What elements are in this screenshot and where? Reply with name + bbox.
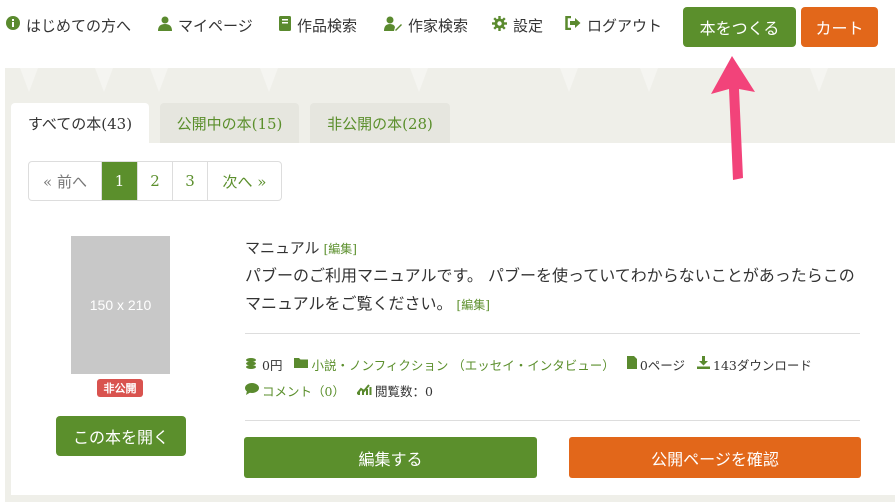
pagination-next[interactable]: 次へ » — [208, 162, 281, 200]
downloads-meta: 143ダウンロード — [697, 355, 812, 374]
decorative-peak — [410, 68, 428, 92]
divider — [245, 333, 860, 334]
book-meta-row: 0円 小説・ノンフィクション （エッセイ・インタビュー） 0ページ 143ダウン… — [245, 353, 824, 375]
make-book-button[interactable]: 本をつくる — [683, 7, 796, 47]
gear-icon — [492, 15, 507, 35]
book-stats-row: コメント（0） 閲覧数：0 — [245, 379, 445, 401]
tab-public-books[interactable]: 公開中の本(15) — [160, 103, 299, 143]
decorative-peak — [560, 68, 578, 92]
top-navigation: はじめての方へ マイページ 作品検索 作家検索 設定 ログアウト 本をつくる カ… — [0, 0, 895, 52]
pagination-prev[interactable]: « 前へ — [29, 162, 102, 200]
divider — [245, 420, 860, 421]
book-description: パブーのご利用マニュアルです。 パブーを使っていてわからないことがあったらこのマ… — [245, 266, 855, 313]
arrow-up-icon — [711, 56, 755, 180]
price-value: 0円 — [262, 357, 283, 373]
chart-icon — [356, 383, 372, 398]
coins-icon — [245, 357, 259, 372]
nav-logout-link[interactable]: ログアウト — [565, 14, 662, 36]
book-cover-placeholder: 150 x 210 — [71, 236, 170, 374]
tab-all-books[interactable]: すべての本(43) — [11, 103, 149, 143]
comments-link[interactable]: コメント（0） — [262, 381, 345, 400]
tab-private-books[interactable]: 非公開の本(28) — [310, 103, 450, 143]
nav-beginners-link[interactable]: はじめての方へ — [6, 14, 131, 36]
view-count: 閲覧数：0 — [374, 383, 433, 399]
category-meta[interactable]: 小説・ノンフィクション （エッセイ・インタビュー） — [294, 355, 615, 374]
nav-book-search-label: 作品検索 — [297, 16, 358, 35]
description-edit-link[interactable]: [編集] — [457, 298, 490, 312]
pagination-page-2[interactable]: 2 — [138, 162, 173, 200]
nav-settings-label: 設定 — [513, 16, 544, 35]
book-title: マニュアル — [245, 239, 320, 257]
download-count: 143ダウンロード — [713, 357, 812, 373]
views-meta: 閲覧数：0 — [356, 381, 433, 400]
book-description-block: パブーのご利用マニュアルです。 パブーを使っていてわからないことがあったらこのマ… — [245, 262, 855, 319]
comment-icon — [245, 382, 259, 398]
page-count: 0ページ — [639, 357, 686, 373]
nav-settings-link[interactable]: 設定 — [492, 14, 543, 36]
book-icon — [279, 15, 291, 35]
cart-button[interactable]: カート — [801, 7, 878, 47]
pagination-page-3[interactable]: 3 — [173, 162, 208, 200]
price-meta: 0円 — [245, 355, 282, 374]
decorative-peak — [640, 68, 658, 92]
folder-icon — [294, 357, 309, 371]
user-edit-icon — [384, 16, 402, 35]
download-icon — [697, 356, 711, 372]
decorative-peak — [150, 68, 168, 92]
status-badge: 非公開 — [97, 379, 143, 397]
decorative-peak — [20, 68, 38, 92]
category-link[interactable]: 小説・ノンフィクション （エッセイ・インタビュー） — [311, 355, 614, 374]
title-edit-link[interactable]: [編集] — [324, 242, 357, 256]
nav-mypage-link[interactable]: マイページ — [158, 14, 253, 36]
nav-logout-label: ログアウト — [587, 16, 663, 35]
pagination-page-1[interactable]: 1 — [102, 162, 138, 200]
nav-mypage-label: マイページ — [178, 16, 253, 35]
decorative-peak — [95, 68, 113, 92]
pages-meta: 0ページ — [626, 355, 686, 374]
file-icon — [626, 356, 637, 372]
decorative-peak — [810, 68, 828, 92]
user-icon — [158, 16, 172, 35]
nav-book-search-link[interactable]: 作品検索 — [279, 14, 357, 36]
info-icon — [6, 16, 20, 34]
open-book-button[interactable]: この本を開く — [56, 416, 186, 456]
edit-book-button[interactable]: 編集する — [244, 437, 537, 478]
comments-meta[interactable]: コメント（0） — [245, 381, 345, 400]
pagination: « 前へ 1 2 3 次へ » — [28, 161, 282, 201]
view-public-page-button[interactable]: 公開ページを確認 — [569, 437, 861, 478]
sign-out-icon — [565, 15, 581, 34]
nav-author-search-label: 作家検索 — [408, 16, 469, 35]
nav-beginners-label: はじめての方へ — [26, 16, 132, 35]
decorative-peak — [260, 68, 278, 92]
nav-author-search-link[interactable]: 作家検索 — [384, 14, 468, 36]
book-title-row: マニュアル [編集] — [245, 237, 357, 258]
